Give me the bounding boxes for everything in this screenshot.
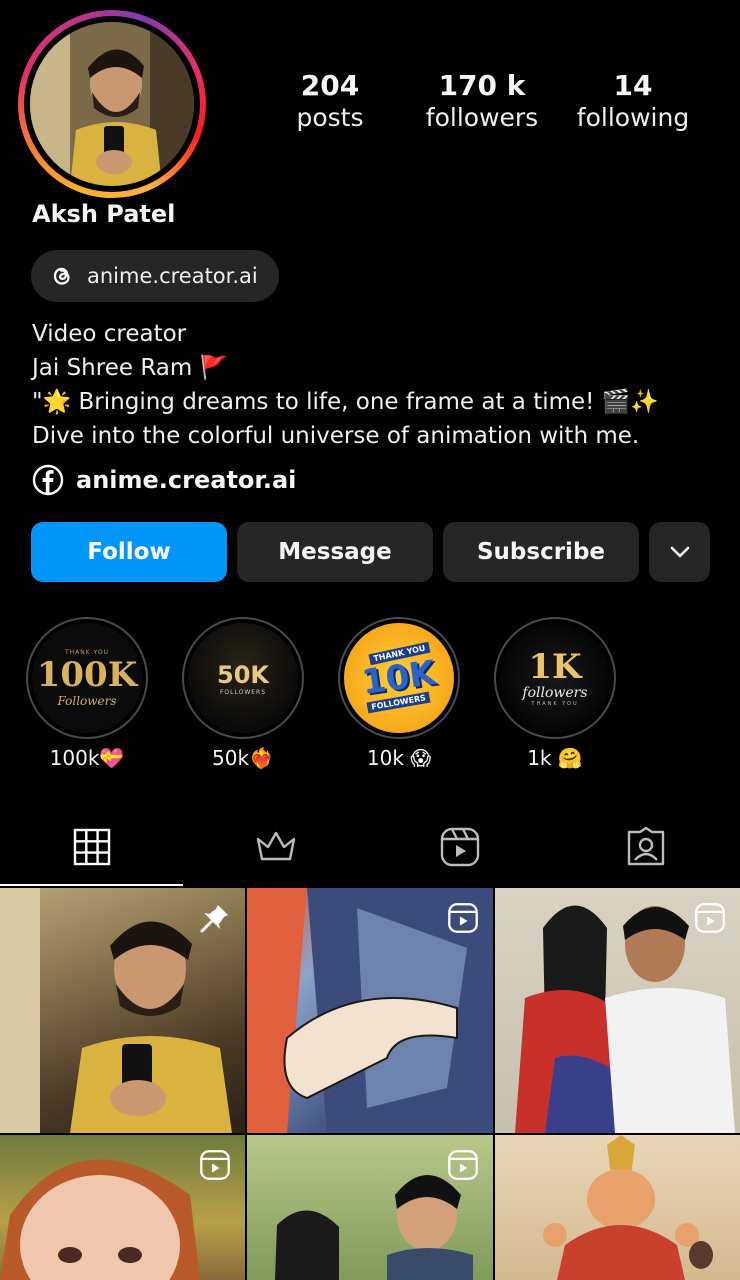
highlight-10k[interactable]: THANK YOU 10K FOLLOWERS [338,617,460,739]
highlight-cover-title: 50K [217,660,269,689]
highlight-label: 10k 😱 [366,746,432,770]
bio-line: Dive into the colorful universe of anima… [32,423,640,449]
crown-icon [256,831,296,861]
tab-posts-grid[interactable] [62,822,122,872]
facebook-link-text: anime.creator.ai [76,466,297,494]
bio-line: Video creator [32,321,187,347]
highlight-cover-sub: Followers [57,693,117,708]
highlight-cover: 50K FOLLOWERS [188,623,298,733]
post-illustration [543,1135,713,1280]
stat-following-value: 14 [613,69,653,102]
grid-post[interactable] [0,1135,245,1280]
tagged-icon [627,826,665,866]
highlight-cover-sub: followers [522,685,588,701]
tab-reels[interactable] [430,822,490,872]
chevron-down-icon [670,546,689,558]
highlight-cover-top: THANK YOU [531,701,579,707]
subscribe-button[interactable]: Subscribe [443,522,639,582]
grid-post[interactable] [0,888,245,1133]
grid-post[interactable] [495,888,740,1133]
bio-line: "🌟 Bringing dreams to life, one frame at… [32,389,659,415]
highlight-cover: 1K followers THANK YOU [500,623,610,733]
reel-badge-icon [448,1150,478,1180]
facebook-link[interactable]: anime.creator.ai [32,464,296,496]
threads-badge[interactable]: anime.creator.ai [31,250,279,302]
highlight-ring: THANK YOU 10K FOLLOWERS [338,617,460,739]
highlight-cover-title: 1K [528,647,582,687]
suggested-dropdown-button[interactable] [649,522,710,582]
avatar-illustration [30,22,194,186]
stat-followers[interactable]: 170 k followers [407,70,557,134]
reel-badge-icon [200,1150,230,1180]
highlight-50k[interactable]: 50K FOLLOWERS [182,617,304,739]
highlight-label: 50k❤️‍🔥 [212,746,274,770]
pin-icon [200,905,228,933]
highlight-cover-sub: FOLLOWERS [219,688,267,696]
message-button[interactable]: Message [237,522,433,582]
highlight-1k[interactable]: 1K followers THANK YOU [494,617,616,739]
stat-posts-label: posts [296,103,364,132]
highlight-100k[interactable]: THANK YOU 100K Followers [26,617,148,739]
reel-badge-icon [695,903,725,933]
stat-following[interactable]: 14 following [558,70,708,134]
grid-icon [73,828,111,866]
grid-post[interactable] [495,1135,740,1280]
follow-button[interactable]: Follow [31,522,227,582]
highlight-cover-title: 100K [36,654,138,695]
bio-line: Jai Shree Ram 🚩 [32,355,229,381]
stat-followers-label: followers [425,103,539,132]
highlight-ring: 50K FOLLOWERS [182,617,304,739]
reels-icon [440,827,480,867]
avatar[interactable] [30,22,194,186]
stat-followers-value: 170 k [438,69,526,102]
facebook-icon [32,464,64,496]
tab-subscriptions[interactable] [246,822,306,872]
highlight-ring: 1K followers THANK YOU [494,617,616,739]
stat-posts-value: 204 [300,69,360,102]
profile-name: Aksh Patel [32,200,176,228]
grid-post[interactable] [247,1135,493,1280]
active-tab-indicator [0,884,183,886]
highlight-label: 1k 🤗 [527,746,583,770]
stat-posts[interactable]: 204 posts [255,70,405,134]
highlight-ring: THANK YOU 100K Followers [26,617,148,739]
highlight-cover: THANK YOU 10K FOLLOWERS [344,623,454,733]
threads-icon [53,267,70,285]
reel-badge-icon [448,903,478,933]
threads-handle: anime.creator.ai [87,264,258,288]
stat-following-label: following [576,103,690,132]
highlight-cover: THANK YOU 100K Followers [32,623,142,733]
tab-tagged[interactable] [616,822,676,872]
highlight-label: 100k💝 [49,746,125,770]
grid-post[interactable] [247,888,493,1133]
